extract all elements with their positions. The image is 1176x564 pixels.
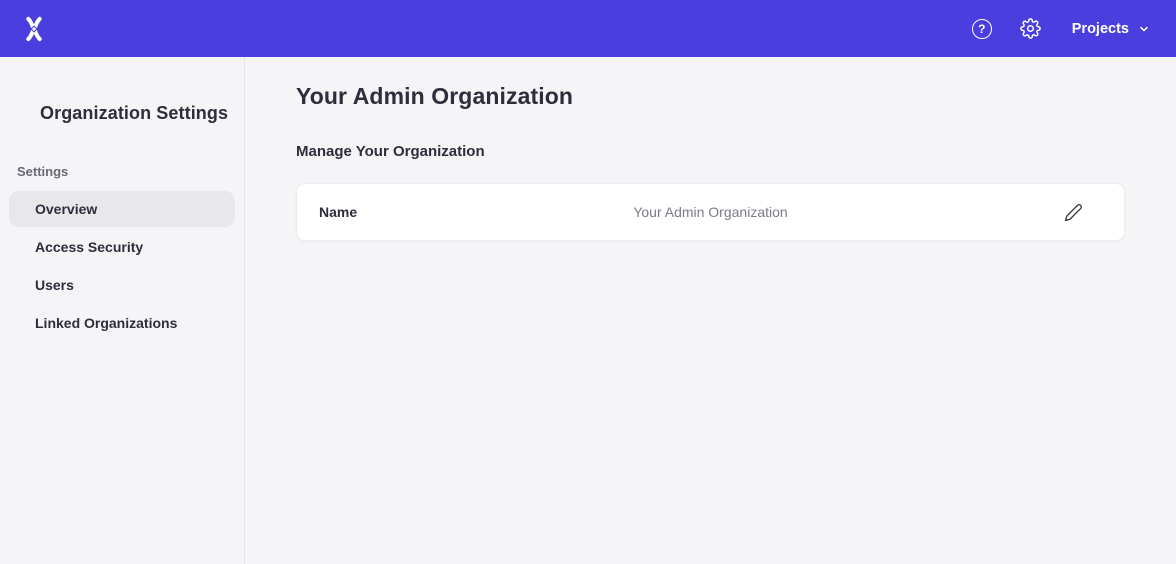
sidebar-item-access-security[interactable]: Access Security bbox=[9, 229, 235, 265]
pencil-edit-icon bbox=[1064, 203, 1083, 222]
projects-label: Projects bbox=[1072, 21, 1129, 37]
help-button[interactable]: ? bbox=[971, 18, 993, 40]
brand-logo-icon[interactable] bbox=[20, 15, 48, 43]
top-navigation-bar: ? Projects bbox=[0, 0, 1176, 57]
organization-name-card: Name Your Admin Organization bbox=[296, 183, 1125, 241]
settings-sidebar: Organization Settings Settings Overview … bbox=[0, 57, 245, 564]
gear-icon bbox=[1020, 18, 1041, 39]
sidebar-nav: Overview Access Security Users Linked Or… bbox=[0, 191, 244, 341]
name-field-value: Your Admin Organization bbox=[633, 204, 787, 220]
help-icon: ? bbox=[972, 19, 992, 39]
page-title: Your Admin Organization bbox=[296, 83, 1176, 110]
sidebar-item-users[interactable]: Users bbox=[9, 267, 235, 303]
topbar-actions: ? Projects bbox=[971, 18, 1150, 40]
projects-dropdown[interactable]: Projects bbox=[1072, 21, 1150, 37]
settings-button[interactable] bbox=[1020, 18, 1042, 40]
sidebar-item-overview[interactable]: Overview bbox=[9, 191, 235, 227]
sidebar-item-linked-organizations[interactable]: Linked Organizations bbox=[9, 305, 235, 341]
sidebar-title: Organization Settings bbox=[40, 103, 244, 124]
edit-name-button[interactable] bbox=[1062, 201, 1084, 223]
section-title: Manage Your Organization bbox=[296, 143, 1176, 160]
name-field-label: Name bbox=[297, 204, 357, 220]
chevron-down-icon bbox=[1138, 23, 1150, 35]
sidebar-section-label: Settings bbox=[17, 164, 244, 179]
main-content: Your Admin Organization Manage Your Orga… bbox=[245, 57, 1176, 564]
